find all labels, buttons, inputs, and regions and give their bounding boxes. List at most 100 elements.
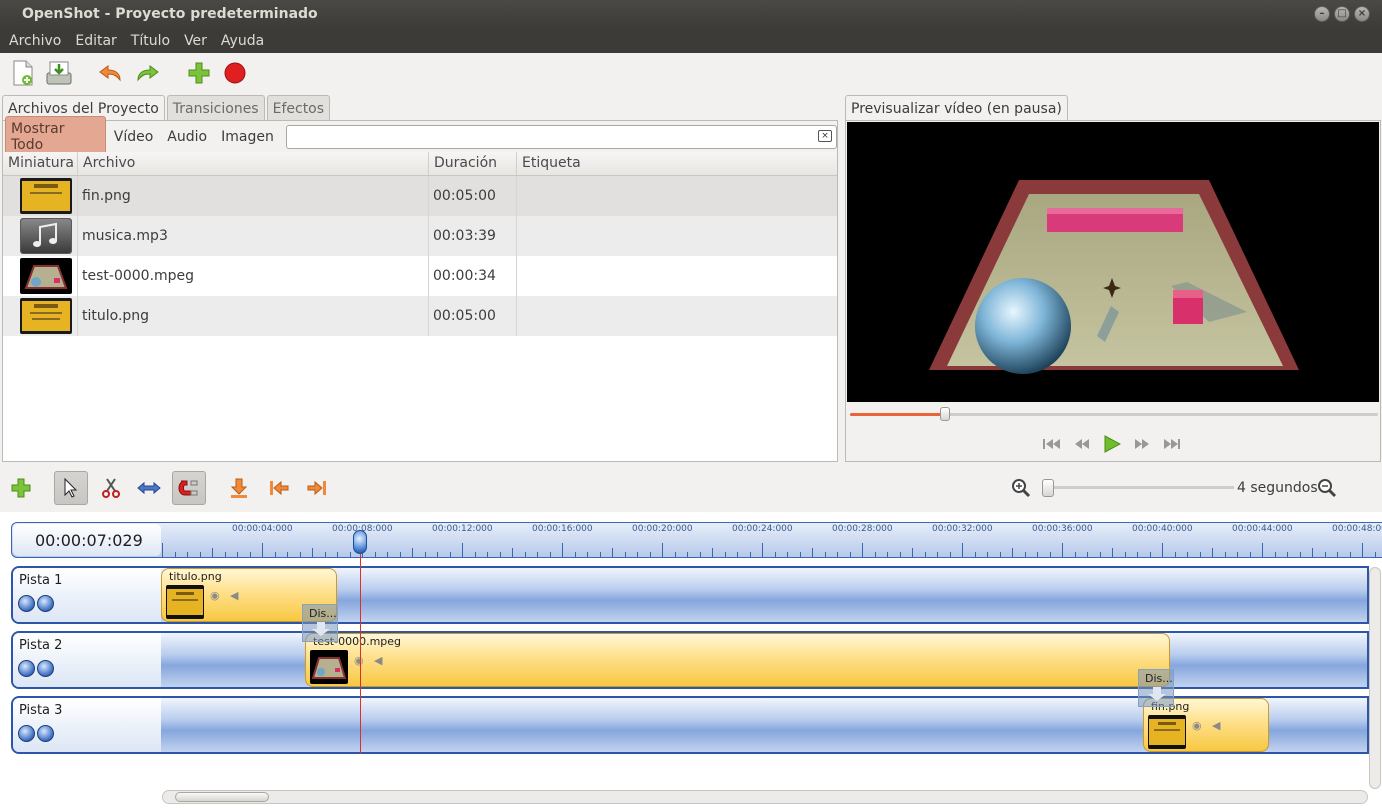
export-video-button[interactable] xyxy=(220,58,250,88)
add-marker-button[interactable] xyxy=(222,471,256,505)
clear-search-icon[interactable]: × xyxy=(818,129,832,142)
playhead-handle[interactable] xyxy=(353,530,367,554)
add-plus-icon xyxy=(11,478,31,498)
project-files-panel: Mostrar Todo Vídeo Audio Imagen × Miniat… xyxy=(2,115,838,462)
preview-panel xyxy=(845,120,1381,462)
clip-visible-icon[interactable]: ◉ xyxy=(1192,719,1202,732)
undo-button[interactable] xyxy=(96,58,126,88)
add-track-button[interactable] xyxy=(4,471,38,505)
table-row[interactable]: titulo.png 00:05:00 xyxy=(3,296,837,336)
seek-handle[interactable] xyxy=(940,407,951,421)
ruler-tick xyxy=(1162,543,1163,557)
search-input[interactable]: × xyxy=(285,124,837,149)
visibility-toggle-icon[interactable] xyxy=(18,725,35,742)
visibility-toggle-icon[interactable] xyxy=(18,660,35,677)
clip-audio-icon[interactable]: ◀ xyxy=(230,589,238,602)
clip-test-mpeg[interactable]: test-0000.mpeg ◉ ◀ xyxy=(305,633,1170,687)
filter-video[interactable]: Vídeo xyxy=(108,124,160,150)
tab-preview-video[interactable]: Previsualizar vídeo (en pausa) xyxy=(845,95,1068,121)
row-file-name: fin.png xyxy=(78,176,429,216)
menu-editar[interactable]: Editar xyxy=(68,29,123,53)
row-file-name: titulo.png xyxy=(78,296,429,336)
filter-audio[interactable]: Audio xyxy=(161,124,213,150)
select-tool-button[interactable] xyxy=(54,471,88,505)
play-button[interactable] xyxy=(1102,435,1122,453)
ruler-tick xyxy=(762,543,763,557)
filter-image[interactable]: Imagen xyxy=(215,124,280,150)
scissors-icon xyxy=(102,478,120,498)
clip-visible-icon[interactable]: ◉ xyxy=(210,589,220,602)
ruler-time-label: 00:00:24:000 xyxy=(732,524,793,534)
row-duration: 00:00:34 xyxy=(429,256,517,296)
jump-start-button[interactable] xyxy=(1042,435,1062,453)
tab-effects[interactable]: Efectos xyxy=(266,95,331,121)
menu-archivo[interactable]: Archivo xyxy=(2,29,68,53)
minimize-button[interactable]: – xyxy=(1314,6,1330,22)
table-row[interactable]: musica.mp3 00:03:39 xyxy=(3,216,837,256)
maximize-button[interactable]: □ xyxy=(1334,6,1350,22)
previous-marker-button[interactable] xyxy=(262,471,296,505)
timeline-horizontal-scrollbar[interactable] xyxy=(162,790,1368,804)
ruler-time-label: 00:00:36:000 xyxy=(1032,524,1093,534)
clip-audio-icon[interactable]: ◀ xyxy=(374,654,382,667)
menu-ayuda[interactable]: Ayuda xyxy=(214,29,271,53)
snapping-toggle[interactable] xyxy=(172,471,206,505)
video-preview[interactable] xyxy=(847,122,1379,402)
ruler-tick xyxy=(412,548,413,557)
tab-transitions[interactable]: Transiciones xyxy=(166,95,265,121)
zoom-slider-handle[interactable] xyxy=(1042,479,1054,497)
ruler-tick xyxy=(399,552,401,557)
audio-toggle-icon[interactable] xyxy=(37,660,54,677)
ruler-tick xyxy=(949,552,951,557)
ruler-tick xyxy=(462,543,463,557)
window-title: OpenShot - Proyecto predeterminado xyxy=(22,6,318,22)
ruler-tick xyxy=(574,552,576,557)
header-duration[interactable]: Duración xyxy=(429,152,517,175)
transition-dissolve[interactable]: Dis... xyxy=(1138,669,1174,707)
zoom-out-button[interactable] xyxy=(1310,471,1344,505)
transition-down-arrow-icon xyxy=(1148,687,1166,701)
audio-toggle-icon[interactable] xyxy=(37,725,54,742)
razor-tool-button[interactable] xyxy=(94,471,128,505)
close-button[interactable]: × xyxy=(1354,6,1370,22)
zoom-slider[interactable] xyxy=(1044,486,1234,489)
ruler-tick xyxy=(937,552,938,557)
image-thumbnail xyxy=(1148,715,1186,749)
ruler-tick xyxy=(1324,552,1326,557)
audio-toggle-icon[interactable] xyxy=(37,595,54,612)
header-tag[interactable]: Etiqueta xyxy=(517,152,837,175)
ruler-tick xyxy=(324,552,326,557)
scrollbar-thumb[interactable] xyxy=(175,792,269,802)
rewind-button[interactable] xyxy=(1072,435,1092,453)
transition-dissolve[interactable]: Dis... xyxy=(302,604,338,642)
header-file[interactable]: Archivo xyxy=(78,152,429,175)
menu-titulo[interactable]: Título xyxy=(124,29,177,53)
timeline-ruler[interactable]: 00:00:07:029 00:00:04:000 00:00:08:000 00:… xyxy=(11,522,1382,558)
new-project-button[interactable] xyxy=(8,58,38,88)
redo-button[interactable] xyxy=(132,58,162,88)
menu-ver[interactable]: Ver xyxy=(177,29,214,53)
header-thumbnail[interactable]: Miniatura xyxy=(3,152,78,175)
ruler-time-label: 00:00:20:000 xyxy=(632,524,693,534)
timeline-vertical-scrollbar[interactable] xyxy=(1369,567,1381,789)
video-seek-slider[interactable] xyxy=(850,407,1378,421)
clip-audio-icon[interactable]: ◀ xyxy=(1212,719,1220,732)
ruler-tick xyxy=(837,552,838,557)
visibility-toggle-icon[interactable] xyxy=(18,595,35,612)
row-file-name: musica.mp3 xyxy=(78,216,429,256)
fast-forward-button[interactable] xyxy=(1132,435,1152,453)
next-marker-button[interactable] xyxy=(300,471,334,505)
ruler-time-label: 00:00:40:000 xyxy=(1132,524,1193,534)
ruler-tick xyxy=(449,552,451,557)
ruler-time-label: 00:00:04:000 xyxy=(232,524,293,534)
table-row[interactable]: test-0000.mpeg 00:00:34 xyxy=(3,256,837,296)
import-files-button[interactable] xyxy=(184,58,214,88)
resize-tool-button[interactable] xyxy=(132,471,166,505)
zoom-in-button[interactable] xyxy=(1004,471,1038,505)
ruler-tick xyxy=(1137,552,1138,557)
save-project-button[interactable] xyxy=(44,58,74,88)
ruler-tick xyxy=(1037,552,1038,557)
table-row[interactable]: fin.png 00:05:00 xyxy=(3,176,837,216)
jump-end-button[interactable] xyxy=(1162,435,1182,453)
clip-visible-icon[interactable]: ◉ xyxy=(354,654,364,667)
